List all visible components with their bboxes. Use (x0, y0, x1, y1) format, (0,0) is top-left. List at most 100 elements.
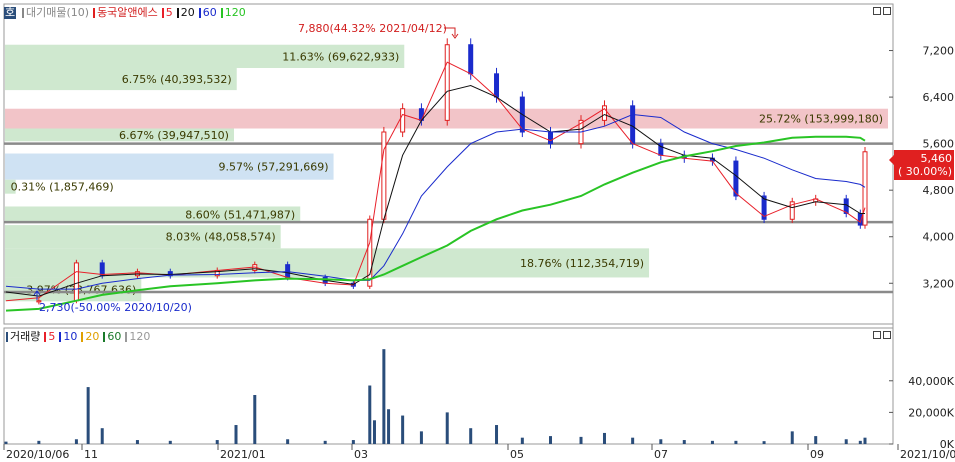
volume-bar (762, 441, 766, 444)
volume-bar (520, 437, 524, 444)
chart-root: 11.63% (69,622,933) 6.75% (40,393,532) 25.… (0, 0, 955, 462)
x-axis-label: 2020/10/06 (6, 448, 69, 461)
vol-ma5-swatch (44, 332, 47, 342)
vol-ma60-label[interactable]: 60 (107, 331, 121, 343)
ma120-legend-swatch (220, 8, 223, 18)
volume-bar (351, 440, 355, 444)
volume-bar (814, 436, 818, 444)
ma60-legend-label[interactable]: 60 (203, 7, 217, 19)
supply-band-label: 6.67% (39,947,510) (119, 129, 229, 142)
volume-bar (401, 415, 405, 444)
ma120-legend-label[interactable]: 120 (225, 7, 246, 19)
vol-ma60-swatch (103, 332, 106, 342)
price-axis-label: 5,600 (923, 138, 955, 151)
supply-band-label: 6.75% (40,393,532) (122, 73, 232, 86)
candle-body (601, 105, 607, 121)
price-panel-maximize-button[interactable] (873, 7, 881, 15)
price-axis-label: 7,200 (923, 45, 955, 58)
price-axis-label: 6,400 (923, 91, 955, 104)
volume-bar (168, 440, 172, 444)
ma5-legend-swatch (161, 8, 164, 18)
x-axis-label: 2021/01 (220, 448, 266, 461)
volume-panel-maximize-button[interactable] (873, 331, 881, 339)
volume-bar (37, 440, 41, 444)
volume-bar (135, 440, 139, 444)
volume-bar (858, 440, 862, 444)
vol-ma10-swatch (59, 332, 62, 342)
price-axis-label: 3,200 (923, 277, 955, 290)
volume-bar (863, 437, 867, 444)
supply-band-label: 8.60% (51,471,987) (185, 209, 295, 222)
volume-bar (682, 440, 686, 444)
volume-axis-label: 40,000K (908, 375, 954, 388)
volume-panel-close-button[interactable] (883, 331, 891, 339)
volume-bar (419, 431, 423, 444)
supply-band-label: 8.03% (48,058,574) (166, 231, 276, 244)
candle-body (285, 264, 291, 278)
volume-bar (469, 428, 473, 444)
volume-bar (74, 439, 78, 444)
volume-bar (215, 440, 219, 444)
high-annotation: 7,880(44.32% 2021/04/12) (298, 22, 447, 35)
candle-body (73, 262, 79, 302)
volume-bar (579, 436, 583, 444)
price-axis-label: 4,000 (923, 231, 955, 244)
candle-body (494, 73, 500, 98)
volume-bar (631, 437, 635, 444)
candle-body (400, 108, 406, 133)
x-axis-label: 05 (510, 448, 524, 461)
overlay-legend-label[interactable]: 대기매물(10) (26, 7, 89, 19)
x-axis-label: 11 (84, 448, 98, 461)
price-legend: 호 대기매물(10) 동국알앤에스 5 20 60 120 (4, 6, 246, 20)
vol-ma120-label[interactable]: 120 (129, 331, 150, 343)
ma20-legend-label[interactable]: 20 (181, 7, 195, 19)
supply-band-label: 18.76% (112,354,719) (520, 257, 644, 270)
volume-bar (602, 432, 606, 444)
ma20-legend-swatch (176, 8, 179, 18)
current-price-value: 5,460 (921, 152, 953, 165)
volume-bar (86, 387, 90, 444)
vol-ma10-label[interactable]: 10 (63, 331, 77, 343)
vol-ma20-swatch (81, 332, 84, 342)
price-axis-label: 4,800 (923, 184, 955, 197)
chart-type-badge[interactable]: 호 (4, 7, 16, 19)
volume-bar (659, 439, 663, 444)
overlay-legend-swatch (22, 8, 24, 18)
volume-bar (549, 436, 553, 444)
x-axis-label: 03 (354, 448, 368, 461)
volume-axis-label: 20,000K (908, 406, 954, 419)
stock-name-label[interactable]: 동국알앤에스 (97, 7, 158, 19)
volume-bar (495, 425, 499, 444)
volume-bar (253, 395, 257, 444)
volume-bar (445, 412, 449, 444)
supply-band-label: 0.31% (1,857,469) (11, 181, 114, 194)
volume-bar (710, 440, 714, 444)
stock-legend-swatch (93, 8, 96, 18)
x-axis-label: 09 (810, 448, 824, 461)
current-price-change: ( 30.00%) (898, 165, 952, 178)
candle-body (381, 131, 387, 220)
candle-body (548, 131, 554, 145)
candle-body (862, 151, 868, 226)
supply-band-label: 9.57% (57,291,669) (219, 161, 329, 174)
candle-body (367, 218, 373, 287)
candle-body (468, 44, 474, 75)
price-panel-close-button[interactable] (883, 7, 891, 15)
vol-ma5-label[interactable]: 5 (48, 331, 55, 343)
vol-ma120-swatch (125, 332, 128, 342)
volume-bar (382, 349, 386, 444)
volume-bar (234, 425, 238, 444)
volume-bar (387, 409, 391, 444)
volume-legend-title[interactable]: 거래량 (10, 331, 40, 343)
volume-bar (368, 385, 372, 444)
x-axis-label: 07 (654, 448, 668, 461)
candle-body (630, 105, 636, 145)
volume-legend: 거래량 5 10 20 60 120 (4, 330, 150, 344)
volume-bar (844, 439, 848, 444)
ma5-legend-label[interactable]: 5 (166, 7, 173, 19)
volume-bar (790, 431, 794, 444)
volume-bar (100, 428, 104, 444)
candle-body (99, 262, 105, 277)
chart-canvas: 11.63% (69,622,933) 6.75% (40,393,532) 25.… (3, 3, 955, 461)
vol-ma20-label[interactable]: 20 (85, 331, 99, 343)
